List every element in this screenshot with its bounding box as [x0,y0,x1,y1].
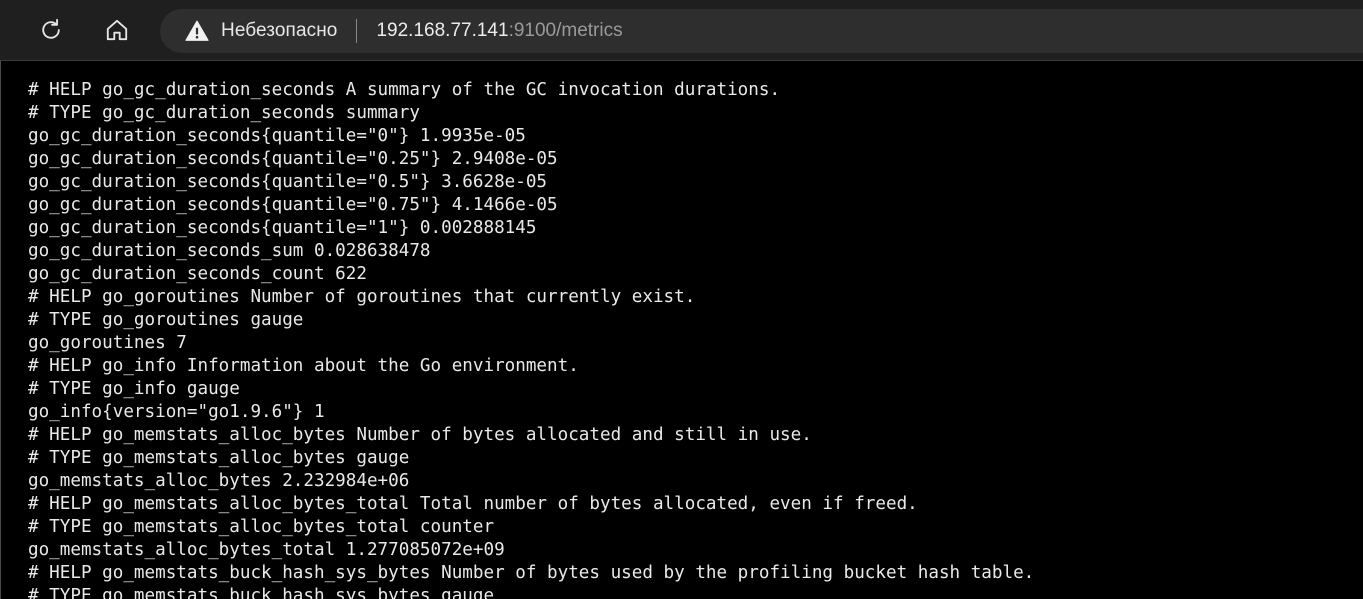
metrics-line: # HELP go_memstats_alloc_bytes Number of… [28,425,812,445]
home-button[interactable] [98,11,136,49]
metrics-line: # TYPE go_memstats_alloc_bytes_total cou… [28,517,495,537]
metrics-line: # TYPE go_memstats_buck_hash_sys_bytes g… [28,586,495,599]
address-bar[interactable]: Небезопасно 192.168.77.141:9100/metrics [160,9,1363,53]
metrics-line: go_gc_duration_seconds_count 622 [28,264,367,284]
reload-button[interactable] [32,11,70,49]
metrics-line: # HELP go_goroutines Number of goroutine… [28,287,696,307]
metrics-line: # TYPE go_goroutines gauge [28,310,304,330]
metrics-line: go_memstats_alloc_bytes_total 1.27708507… [28,540,505,560]
metrics-line: # HELP go_memstats_buck_hash_sys_bytes N… [28,563,1035,583]
warning-icon [185,20,209,41]
url-text[interactable]: 192.168.77.141:9100/metrics [376,20,622,42]
metrics-line: go_gc_duration_seconds{quantile="0.5"} 3… [28,172,548,192]
metrics-line: # TYPE go_info gauge [28,379,240,399]
page-content: # HELP go_gc_duration_seconds A summary … [0,61,1363,599]
metrics-line: # HELP go_memstats_alloc_bytes_total Tot… [28,494,918,514]
metrics-line: go_gc_duration_seconds{quantile="1"} 0.0… [28,218,537,238]
reload-icon [42,18,60,39]
metrics-line: go_gc_duration_seconds{quantile="0.25"} … [28,149,558,169]
url-path: :9100/metrics [508,20,623,41]
metrics-text: # HELP go_gc_duration_seconds A summary … [28,79,1034,599]
metrics-line: go_gc_duration_seconds{quantile="0"} 1.9… [28,126,526,146]
metrics-line: # HELP go_info Information about the Go … [28,356,579,376]
metrics-line: go_info{version="go1.9.6"} 1 [28,402,325,422]
url-host: 192.168.77.141 [376,20,509,41]
security-indicator[interactable]: Небезопасно [160,9,337,53]
metrics-line: # HELP go_gc_duration_seconds A summary … [28,80,781,100]
metrics-line: # TYPE go_memstats_alloc_bytes gauge [28,448,410,468]
metrics-line: go_goroutines 7 [28,333,187,353]
home-icon [106,19,128,41]
security-label: Небезопасно [221,20,338,41]
metrics-line: # TYPE go_gc_duration_seconds summary [28,103,420,123]
address-separator [356,19,358,43]
browser-toolbar: Небезопасно 192.168.77.141:9100/metrics [0,0,1363,61]
metrics-line: go_gc_duration_seconds{quantile="0.75"} … [28,195,558,215]
metrics-line: go_gc_duration_seconds_sum 0.028638478 [28,241,431,261]
metrics-line: go_memstats_alloc_bytes 2.232984e+06 [28,471,410,491]
